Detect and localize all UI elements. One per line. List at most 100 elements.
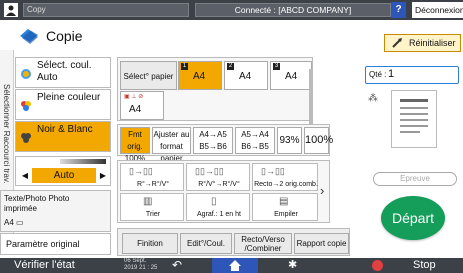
tray-1-size: A4 [193, 71, 206, 82]
full-color-label: Pleine couleur [37, 92, 101, 103]
auto-color-button[interactable]: Sélect. coul. Auto [15, 57, 111, 88]
bypass-tray-size: A4 [129, 104, 142, 115]
staple-icon: ▯ [211, 196, 217, 207]
tab-edit-color[interactable]: Edit°/Coul. [180, 233, 232, 254]
duplex-3-icon: ▯→▯▯ [261, 166, 285, 176]
preview-line [400, 125, 428, 127]
sort-label: Trier [145, 211, 161, 218]
header: Copie Réinitialiser [0, 20, 463, 52]
sort-icon: ▥ [143, 196, 153, 207]
bw-icon [21, 133, 31, 143]
tray-3-button[interactable]: 3 A4 [270, 61, 312, 90]
start-button[interactable]: Départ [381, 196, 445, 240]
next-page-chevron-icon[interactable]: › [320, 183, 324, 198]
staple-label: Agraf.: 1 en ht [197, 211, 241, 218]
user-icon[interactable] [4, 3, 18, 17]
quantity-value: 1 [388, 68, 395, 80]
duplex-3-button[interactable]: ▯→▯▯ Recto→2 orig.comb. [252, 163, 318, 191]
original-size: A4 ▭ [4, 218, 24, 227]
stop-icon[interactable] [372, 260, 383, 271]
sort-button[interactable]: ▥ Trier [120, 193, 184, 221]
a4-a5-button[interactable]: A4→A5 B5→B6 [193, 127, 233, 154]
top-bar: Copy Connecté : [ABCD COMPANY] ? Déconne… [0, 0, 463, 20]
density-gauge [60, 159, 106, 164]
paper-scrollbar[interactable] [309, 69, 313, 129]
sort-mode-icon: ⁂ [368, 93, 378, 104]
stop-button[interactable]: Stop [413, 259, 436, 271]
home-icon [229, 260, 241, 271]
proof-button[interactable]: Epreuve [373, 172, 457, 186]
duplex-2-icon: ▯▯→▯▯ [195, 166, 224, 176]
stack-button[interactable]: ▤ Empiler [252, 193, 318, 221]
bypass-tray-icons: ▣ ⊥ ⊘ [124, 94, 144, 100]
logout-label: Déconnexion [415, 5, 463, 15]
copy-icon [20, 29, 38, 44]
bottom-bar: Vérifier l'état 06 Sept. 2019 21 : 25 ↶ … [0, 258, 463, 273]
quantity-field[interactable]: Qté : 1 [365, 66, 459, 84]
preview-line [400, 119, 428, 121]
tab-finition[interactable]: Finition [122, 233, 178, 254]
density-increase-button[interactable]: ▶ [96, 168, 110, 183]
preview-line [400, 113, 428, 115]
tray-3-badge: 3 [273, 63, 280, 70]
paper-select-panel: Sélect° papier 1 A4 2 A4 3 A4 ▣ ⊥ ⊘ A4 [117, 57, 313, 121]
preview-line [400, 107, 428, 109]
staple-button[interactable]: ▯ Agraf.: 1 en ht [186, 193, 250, 221]
check-status-button[interactable]: Vérifier l'état [14, 259, 75, 271]
a5-a4-button[interactable]: A5→A4 B6→B5 [235, 127, 275, 154]
original-type-label: Texte/Photo Photo imprimée [4, 194, 70, 213]
duplex-2-button[interactable]: ▯▯→▯▯ R°/V°→R°/V° [186, 163, 250, 191]
shortcut-tab-label: Sélectionner Raccourci trav. [2, 84, 11, 184]
ratio-93-button[interactable]: 93% [277, 127, 302, 154]
connection-status: Connecté : [ABCD COMPANY] [195, 3, 391, 17]
fmt-orig-button[interactable]: Fmt orig. 100% [120, 127, 150, 163]
home-button[interactable] [212, 258, 258, 273]
stack-icon: ▤ [279, 196, 289, 207]
datetime: 06 Sept. 2019 21 : 25 [124, 258, 158, 271]
reset-label: Réinitialiser [409, 38, 456, 48]
duplex-finish-panel: ▯→▯▯ R°→R°/V° ▯▯→▯▯ R°/V°→R°/V° ▯→▯▯ Rec… [117, 160, 330, 223]
logout-button[interactable]: Déconnexion☾ [412, 2, 463, 18]
landscape-icon: ▭ [16, 218, 24, 227]
tray-2-size: A4 [239, 71, 252, 82]
tab-duplex-combine[interactable]: Recto/Verso /Combiner [234, 233, 292, 254]
duplex-1-icon: ▯→▯▯ [129, 166, 153, 176]
tray-2-button[interactable]: 2 A4 [224, 61, 268, 90]
stack-label: Empiler [274, 211, 298, 218]
original-type-box[interactable]: Texte/Photo Photo imprimée A4 ▭ [0, 190, 111, 232]
bypass-tray-button[interactable]: ▣ ⊥ ⊘ A4 [120, 91, 164, 120]
tray-1-button[interactable]: 1 A4 [178, 61, 222, 90]
mode-field: Copy [23, 3, 189, 17]
preview-line [400, 99, 428, 102]
full-color-button[interactable]: Pleine couleur [15, 89, 111, 120]
duplex-1-button[interactable]: ▯→▯▯ R°→R°/V° [120, 163, 184, 191]
reset-button[interactable]: Réinitialiser [384, 34, 461, 52]
duplex-2-label: R°/V°→R°/V° [198, 181, 240, 188]
preview-line [400, 131, 420, 133]
bw-label: Noir & Blanc [37, 124, 93, 135]
full-color-icon [21, 101, 31, 111]
auto-color-label: Sélect. coul. Auto [37, 60, 92, 83]
preview-thumbnail [391, 90, 437, 148]
help-button[interactable]: ? [391, 2, 406, 18]
density-control: ◀ Auto ▶ [15, 156, 111, 186]
tray-3-size: A4 [285, 71, 298, 82]
tabs-bar: Finition Edit°/Coul. Recto/Verso /Combin… [117, 228, 350, 256]
duplex-1-label: R°→R°/V° [136, 181, 170, 188]
ratio-panel: Fmt orig. 100% Ajuster au format papier … [117, 124, 333, 163]
tray-2-badge: 2 [227, 63, 234, 70]
duplex-3-label: Recto→2 orig.comb. [254, 181, 318, 188]
back-arrow-icon[interactable]: ↶ [172, 258, 182, 272]
bw-button[interactable]: Noir & Blanc [15, 121, 111, 152]
auto-color-icon [21, 69, 31, 79]
original-settings-button[interactable]: Paramètre original [0, 233, 111, 255]
ratio-100-button[interactable]: 100% [304, 127, 333, 154]
original-size-value: A4 [4, 218, 14, 227]
paper-select-button[interactable]: Sélect° papier [120, 61, 177, 90]
density-decrease-button[interactable]: ◀ [18, 168, 32, 183]
gear-icon[interactable]: ✱ [288, 258, 297, 271]
tray-1-badge: 1 [181, 63, 188, 70]
fit-paper-button[interactable]: Ajuster au format papier [152, 127, 191, 163]
tab-copy-report[interactable]: Rapport copie [294, 233, 349, 254]
reset-icon [392, 38, 402, 48]
